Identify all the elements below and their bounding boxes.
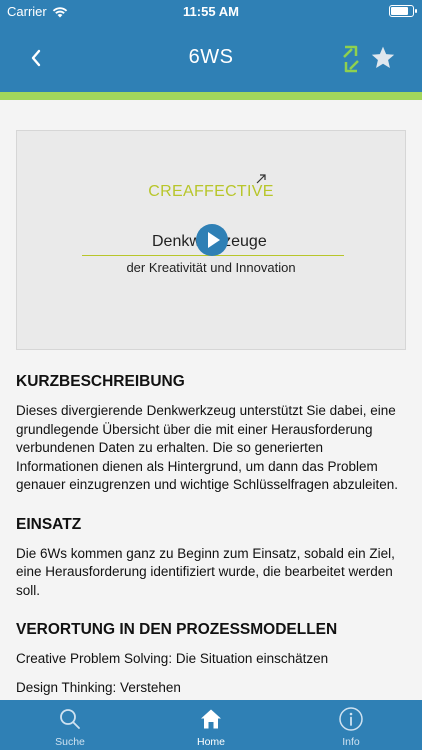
section-heading: KURZBESCHREIBUNG xyxy=(16,373,185,390)
video-brand-logo: CREAFFECTIVE xyxy=(148,183,274,200)
brand-arrow-icon xyxy=(256,174,266,184)
navigation-bar: 6WS xyxy=(0,22,422,92)
screen: Carrier 11:55 AM 6WS CREAFFECTIVE der Kr… xyxy=(0,0,422,750)
play-icon[interactable] xyxy=(196,224,228,256)
video-subtitle: der Kreativität und Innovation xyxy=(126,260,296,275)
tab-bar: Suche Home Info xyxy=(0,700,422,750)
status-time: 11:55 AM xyxy=(183,4,239,19)
video-player[interactable]: CREAFFECTIVE Denkwerkzeuge der Kreativit… xyxy=(16,130,406,350)
accent-stripe xyxy=(0,92,422,100)
section-heading: VERORTUNG IN DEN PROZESSMODELLEN xyxy=(16,621,338,638)
tab-search[interactable]: Suche xyxy=(30,700,110,750)
process-model-line: Creative Problem Solving: Die Situation … xyxy=(16,651,329,666)
section-heading: EINSATZ xyxy=(16,515,82,533)
info-icon xyxy=(338,706,364,732)
section-short-description: KURZBESCHREIBUNG Dieses divergierende De… xyxy=(16,372,406,495)
section-text: Die 6Ws kommen ganz zu Beginn zum Einsat… xyxy=(16,545,395,598)
process-model-line: Design Thinking: Verstehen xyxy=(16,679,181,695)
star-icon[interactable] xyxy=(370,45,396,71)
tab-info[interactable]: Info xyxy=(311,700,391,750)
tab-label: Info xyxy=(342,736,360,748)
search-icon xyxy=(57,706,83,732)
tab-label: Home xyxy=(196,736,225,748)
top-bar: Carrier 11:55 AM 6WS xyxy=(0,0,422,92)
share-arrows-icon[interactable] xyxy=(340,44,362,74)
status-bar: Carrier 11:55 AM xyxy=(0,0,422,22)
battery-icon xyxy=(389,5,417,17)
section-process-models: VERORTUNG IN DEN PROZESSMODELLEN Creativ… xyxy=(16,620,406,697)
home-icon xyxy=(198,706,224,732)
tab-home[interactable]: Home xyxy=(171,700,251,750)
content-area[interactable]: CREAFFECTIVE Denkwerkzeuge der Kreativit… xyxy=(0,100,422,700)
tab-label: Suche xyxy=(55,736,85,748)
battery-fill xyxy=(391,7,409,15)
section-text: Dieses divergierende Denkwerkzeug unters… xyxy=(16,403,399,492)
section-usage: EINSATZ Die 6Ws kommen ganz zu Beginn zu… xyxy=(16,515,406,601)
